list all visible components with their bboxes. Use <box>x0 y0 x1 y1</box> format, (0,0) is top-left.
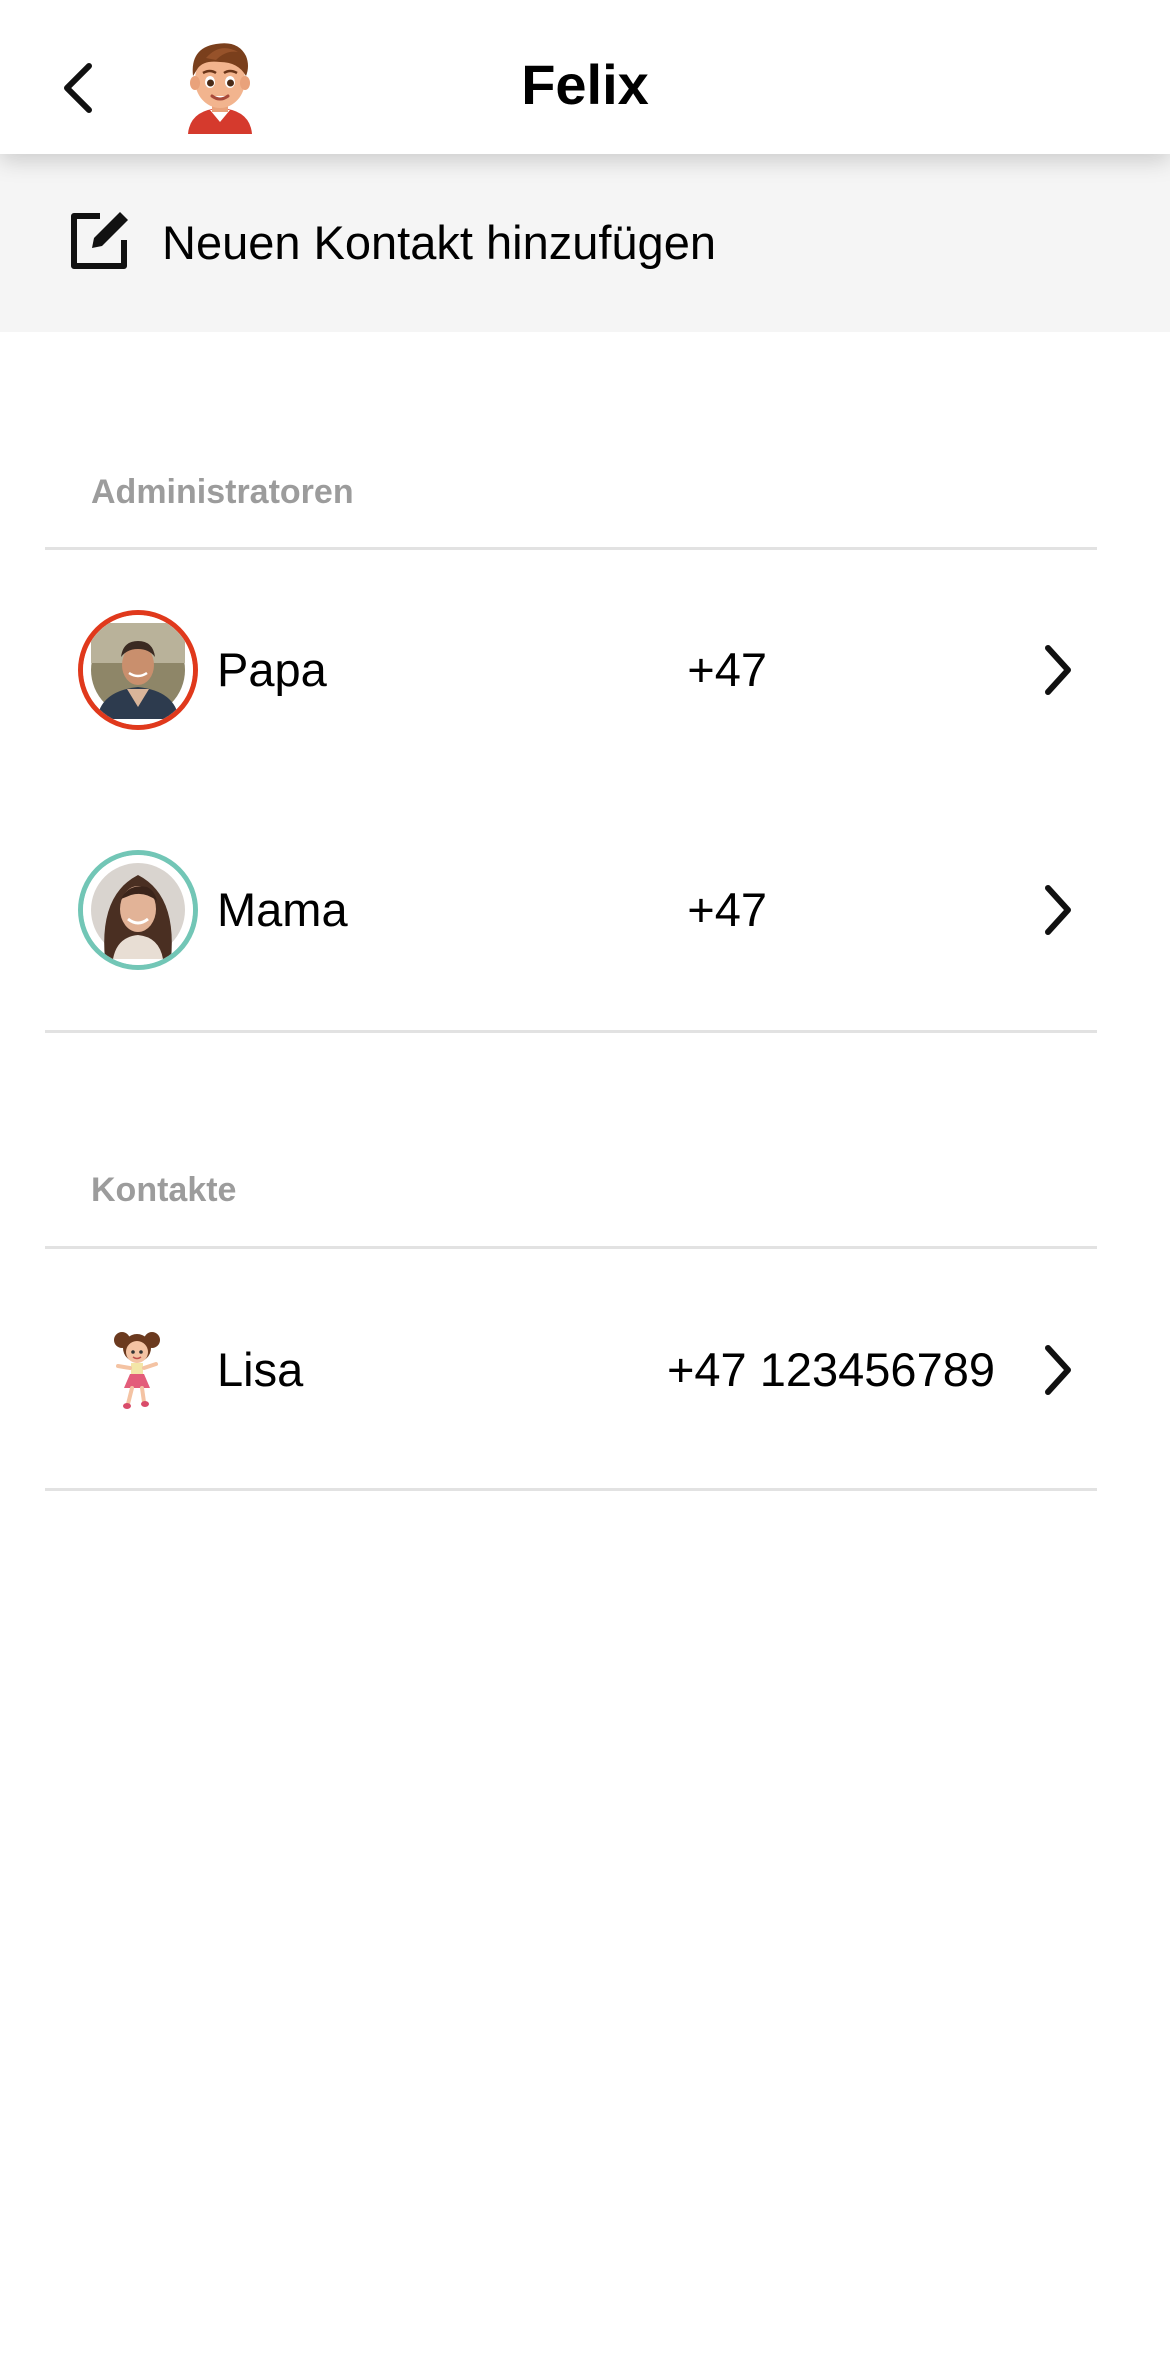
contact-phone: +47 123456789 <box>666 1343 995 1396</box>
girl-cartoon-avatar <box>114 1332 160 1409</box>
chevron-right-icon <box>1045 645 1071 695</box>
edit-square-icon[interactable] <box>66 206 134 274</box>
avatar <box>78 850 198 970</box>
man-photo-avatar <box>83 615 193 725</box>
contact-name: Mama <box>217 883 348 936</box>
contact-row-lisa[interactable]: Lisa +47 123456789 <box>0 1270 1170 1470</box>
avatar <box>78 610 198 730</box>
section-header-admins: Administratoren <box>91 473 354 511</box>
add-contact-label[interactable]: Neuen Kontakt hinzufügen <box>162 215 716 271</box>
contact-name: Papa <box>217 643 327 696</box>
contact-row-mama[interactable]: Mama +47 <box>0 810 1170 1010</box>
chevron-right-icon <box>1045 1345 1071 1395</box>
top-app-bar: Felix <box>0 0 1170 154</box>
woman-photo-avatar <box>83 855 193 965</box>
avatar <box>108 1326 166 1412</box>
chevron-right-icon <box>1045 885 1071 935</box>
divider <box>45 1488 1097 1491</box>
contact-phone: +47 <box>687 883 767 936</box>
section-header-contacts: Kontakte <box>91 1171 237 1209</box>
contact-row-papa[interactable]: Papa +47 <box>0 570 1170 770</box>
divider <box>45 1246 1097 1249</box>
contact-phone: +47 <box>687 643 767 696</box>
divider <box>45 1030 1097 1033</box>
contact-name: Lisa <box>217 1343 304 1396</box>
page-title: Felix <box>521 53 649 116</box>
divider <box>45 547 1097 550</box>
